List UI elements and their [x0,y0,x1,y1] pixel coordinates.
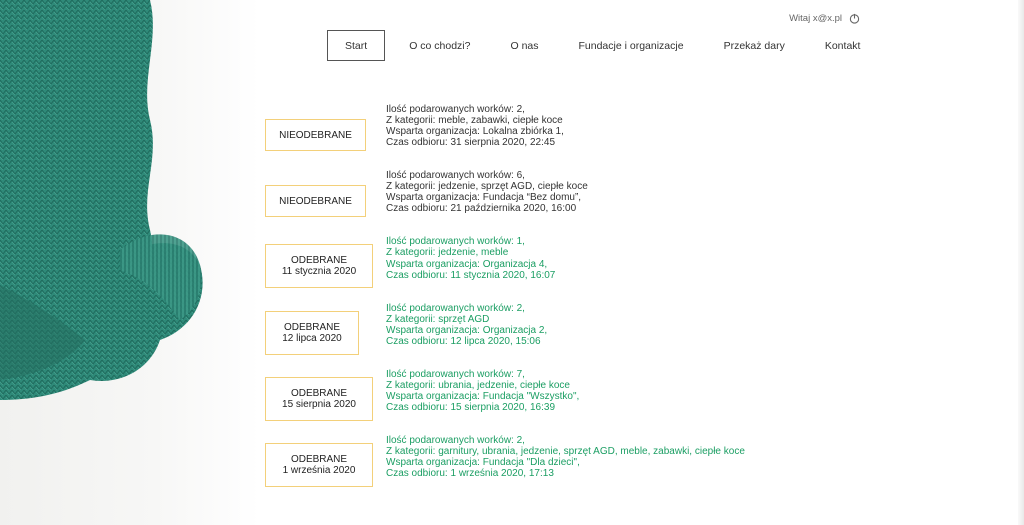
organization: Wsparta organizacja: Organizacja 4, [386,258,548,270]
pickup-time: Czas odbioru: 15 sierpnia 2020, 16:39 [386,402,556,414]
organization: Wsparta organizacja: Fundacja "Dla dziec… [386,457,580,469]
bags-count: Ilość podarowanych worków: 2, [386,104,525,115]
knitted-sweater-image [0,0,203,400]
nav-o-co-chodzi[interactable]: O co chodzi? [389,30,490,61]
categories: Z kategorii: ubrania, jedzenie, ciepłe k… [386,379,570,391]
status-date: 15 sierpnia 2020 [282,398,356,410]
status-label: NIEODEBRANE [279,195,352,207]
donation-details: Ilość podarowanych worków: 2, Z kategori… [386,303,547,347]
donation-details: Ilość podarowanych worków: 6, Z kategori… [386,170,588,214]
status-badge: ODEBRANE 11 stycznia 2020 [265,244,373,289]
pickup-time: Czas odbioru: 12 lipca 2020, 15:06 [386,335,541,347]
status-badge: NIEODEBRANE [265,119,366,151]
nav-start[interactable]: Start [327,30,386,61]
pickup-time: Czas odbioru: 31 sierpnia 2020, 22:45 [386,137,556,149]
pickup-time: Czas odbioru: 21 października 2020, 16:0… [386,203,577,215]
nav-fundacje[interactable]: Fundacje i organizacje [559,30,704,61]
logout-icon[interactable] [849,13,860,24]
status-label: ODEBRANE [283,321,341,333]
organization: Wsparta organizacja: Fundacja “Bez domu”… [386,192,582,204]
status-date: 12 lipca 2020 [282,332,342,344]
bags-count: Ilość podarowanych worków: 2, [386,302,525,314]
categories: Z kategorii: garnitury, ubrania, jedzeni… [386,446,745,458]
status-badge: ODEBRANE 12 lipca 2020 [265,310,359,355]
organization: Wsparta organizacja: Fundacja "Wszystko"… [386,390,580,402]
status-date: 11 stycznia 2020 [281,266,357,278]
status-label: ODEBRANE [290,387,348,399]
pickup-time: Czas odbioru: 1 września 2020, 17:13 [386,468,554,480]
main-nav: Start O co chodzi? O nas Fundacje i orga… [327,30,880,61]
status-label: ODEBRANE [290,255,348,267]
organization: Wsparta organizacja: Organizacja 2, [386,324,548,336]
bags-count: Ilość podarowanych worków: 1, [386,236,525,248]
bags-count: Ilość podarowanych worków: 2, [386,434,525,446]
status-badge: NIEODEBRANE [265,185,366,218]
user-greeting: Witaj x@x.pl [789,13,842,24]
donation-details: Ilość podarowanych worków: 2, Z kategori… [386,104,564,148]
bags-count: Ilość podarowanych worków: 6, [386,170,525,182]
categories: Z kategorii: jedzenie, sprzęt AGD, ciepł… [386,181,588,193]
categories: Z kategorii: meble, zabawki, ciepłe koce [386,115,563,127]
scrollbar[interactable] [1018,0,1024,525]
status-badge: ODEBRANE 1 września 2020 [265,442,373,487]
status-label: NIEODEBRANE [279,129,352,141]
nav-kontakt[interactable]: Kontakt [805,30,881,61]
categories: Z kategorii: jedzenie, meble [386,247,509,259]
categories: Z kategorii: sprzęt AGD [386,313,490,325]
pickup-time: Czas odbioru: 11 stycznia 2020, 16:07 [386,269,556,281]
nav-o-nas[interactable]: O nas [490,30,558,61]
donation-details: Ilość podarowanych worków: 1, Z kategori… [386,236,555,280]
status-label: ODEBRANE [290,453,348,465]
donation-details: Ilość podarowanych worków: 7, Z kategori… [386,369,579,413]
organization: Wsparta organizacja: Lokalna zbiórka 1, [386,126,564,138]
donation-details: Ilość podarowanych worków: 2, Z kategori… [386,435,745,479]
user-bar: Witaj x@x.pl [789,13,860,24]
status-badge: ODEBRANE 15 sierpnia 2020 [265,376,373,421]
status-date: 1 września 2020 [282,464,356,476]
nav-przekaz-dary[interactable]: Przekaż dary [704,30,805,61]
bags-count: Ilość podarowanych worków: 7, [386,368,525,380]
